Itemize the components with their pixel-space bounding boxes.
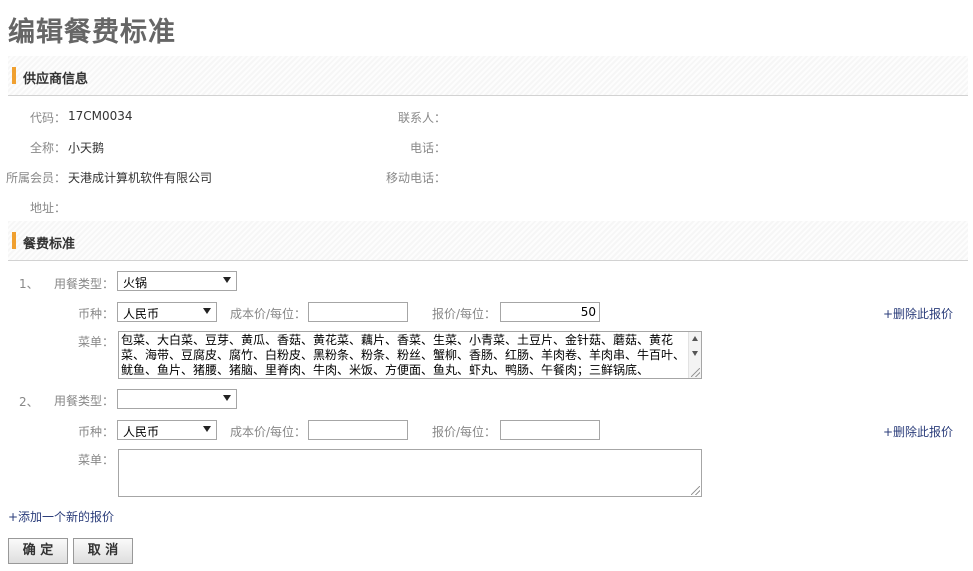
meal-type-label: 用餐类型： <box>53 394 114 408</box>
currency-value: 人民币 <box>123 425 160 439</box>
chevron-down-icon <box>223 395 231 401</box>
meal-type-value: 火锅 <box>123 276 148 290</box>
resize-grip-icon[interactable] <box>691 368 700 377</box>
quote-value: 50 <box>580 305 596 319</box>
currency-label: 币种： <box>77 307 114 321</box>
member-value: 天港成计算机软件有限公司 <box>68 171 213 185</box>
contact-label: 联系人： <box>397 111 446 125</box>
quote-label: 报价/每位： <box>431 307 496 321</box>
cost-label: 成本价/每位： <box>229 307 306 321</box>
cancel-button[interactable]: 取 消 <box>73 538 133 564</box>
meal-section-title: 餐费标准 <box>23 237 76 252</box>
member-label: 所属会员： <box>5 171 66 185</box>
cost-input[interactable] <box>308 420 408 440</box>
code-value: 17CM0034 <box>68 109 133 123</box>
chevron-down-icon <box>203 426 211 432</box>
chevron-down-icon <box>223 277 231 283</box>
menu-textarea[interactable]: 包菜、大白菜、豆芽、黄瓜、香菇、黄花菜、藕片、香菜、生菜、小青菜、土豆片、金针菇… <box>118 331 702 379</box>
currency-select[interactable]: 人民币 <box>117 302 217 322</box>
quote-input[interactable]: 50 <box>500 302 600 322</box>
cost-label: 成本价/每位： <box>229 425 306 439</box>
supplier-section-title: 供应商信息 <box>23 72 89 87</box>
entry-index: 2、 <box>19 395 39 409</box>
supplier-section-header: 供应商信息 <box>8 56 968 96</box>
quote-label: 报价/每位： <box>431 425 496 439</box>
mobile-label: 移动电话： <box>385 171 446 185</box>
fullname-label: 全称： <box>29 141 66 155</box>
section-accent-bar <box>12 67 16 84</box>
quote-input[interactable] <box>500 420 600 440</box>
menu-label: 菜单： <box>77 335 114 349</box>
fullname-value: 小天鹅 <box>68 141 105 155</box>
chevron-down-icon <box>203 308 211 314</box>
menu-label: 菜单： <box>77 453 114 467</box>
menu-text: 包菜、大白菜、豆芽、黄瓜、香菇、黄花菜、藕片、香菜、生菜、小青菜、土豆片、金针菇… <box>121 333 686 377</box>
currency-value: 人民币 <box>123 307 160 321</box>
phone-label: 电话： <box>409 141 446 155</box>
resize-grip-icon[interactable] <box>691 486 700 495</box>
scroll-down-icon[interactable] <box>692 351 698 356</box>
delete-quote-link[interactable]: +删除此报价 <box>883 423 953 440</box>
meal-section-header: 餐费标准 <box>8 221 968 261</box>
scroll-up-icon[interactable] <box>692 336 698 341</box>
address-label: 地址： <box>29 201 66 215</box>
currency-select[interactable]: 人民币 <box>117 420 217 440</box>
menu-textarea[interactable] <box>118 449 702 497</box>
section-accent-bar <box>12 232 16 249</box>
confirm-button[interactable]: 确 定 <box>8 538 68 564</box>
entry-index: 1、 <box>19 277 39 291</box>
code-label: 代码： <box>29 111 66 125</box>
currency-label: 币种： <box>77 425 114 439</box>
meal-type-select[interactable] <box>117 389 237 409</box>
page-title: 编辑餐费标准 <box>8 17 176 48</box>
meal-type-select[interactable]: 火锅 <box>117 271 237 291</box>
meal-type-label: 用餐类型： <box>53 277 114 291</box>
add-quote-link[interactable]: +添加一个新的报价 <box>8 508 114 525</box>
cost-input[interactable] <box>308 302 408 322</box>
delete-quote-link[interactable]: +删除此报价 <box>883 305 953 322</box>
